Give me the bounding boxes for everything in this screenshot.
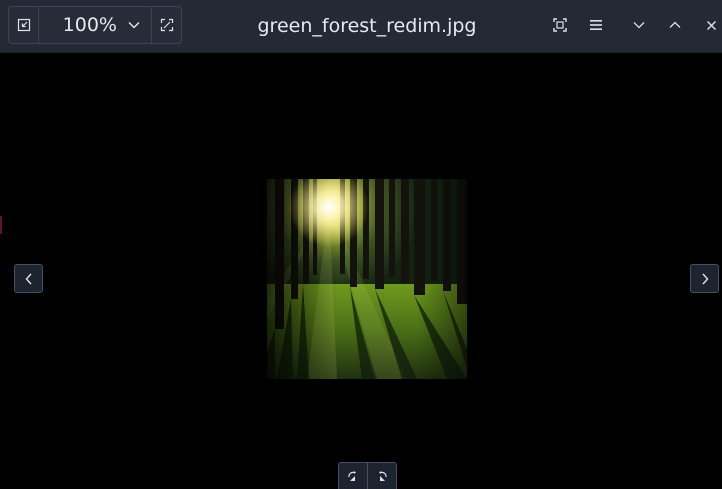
rotate-left-button[interactable] bbox=[339, 463, 368, 489]
image-viewer-window: 100% green_forest_redim.jpg bbox=[0, 0, 722, 489]
window-edge-marker bbox=[0, 216, 2, 234]
fullscreen-toggle-button[interactable] bbox=[151, 7, 181, 43]
close-icon bbox=[706, 20, 716, 30]
fit-window-button[interactable] bbox=[9, 7, 39, 43]
chevron-down-icon bbox=[128, 21, 140, 29]
rotate-left-icon bbox=[348, 470, 356, 481]
minimize-button[interactable] bbox=[626, 12, 652, 38]
window-title: green_forest_redim.jpg bbox=[257, 15, 477, 37]
menu-button[interactable] bbox=[583, 12, 609, 38]
next-image-button[interactable] bbox=[690, 264, 719, 293]
previous-image-button[interactable] bbox=[14, 264, 43, 293]
displayed-image bbox=[257, 167, 467, 379]
expand-icon bbox=[160, 18, 173, 32]
zoom-level-dropdown[interactable]: 100% bbox=[39, 7, 151, 43]
rotate-right-button[interactable] bbox=[368, 463, 396, 489]
hamburger-menu-icon bbox=[590, 20, 602, 30]
shrink-to-fit-icon bbox=[17, 18, 30, 32]
chevron-down-icon bbox=[633, 22, 645, 29]
maximize-button[interactable] bbox=[662, 12, 688, 38]
fit-screen-icon bbox=[553, 18, 567, 32]
rotate-controls bbox=[338, 462, 397, 489]
rotate-right-icon bbox=[379, 470, 387, 481]
chevron-up-icon bbox=[669, 21, 681, 28]
zoom-level: 100% bbox=[62, 14, 117, 36]
fit-screen-button[interactable] bbox=[547, 12, 573, 38]
title-bar: 100% green_forest_redim.jpg bbox=[0, 0, 722, 53]
chevron-right-icon bbox=[701, 273, 708, 284]
close-button[interactable] bbox=[698, 12, 722, 38]
chevron-left-icon bbox=[25, 273, 32, 284]
zoom-controls: 100% bbox=[8, 6, 182, 44]
